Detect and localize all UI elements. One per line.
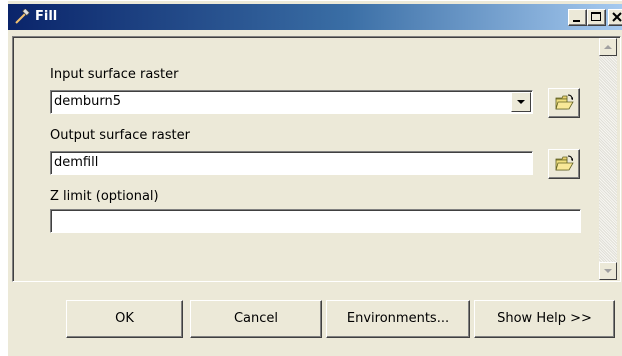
output-raster-input[interactable]: demfill xyxy=(50,151,533,175)
scroll-up-button[interactable] xyxy=(599,38,617,56)
minimize-button[interactable] xyxy=(568,9,587,26)
fill-dialog: Fill Input surface raster demburn5 Outpu… xyxy=(7,0,622,356)
minimize-icon xyxy=(573,20,580,22)
input-raster-value: demburn5 xyxy=(54,94,122,109)
z-limit-label: Z limit (optional) xyxy=(50,189,159,204)
environments-button[interactable]: Environments... xyxy=(326,300,470,338)
close-icon xyxy=(612,12,622,22)
open-folder-icon xyxy=(555,94,574,110)
browse-output-button[interactable] xyxy=(548,149,580,179)
input-raster-combobox[interactable]: demburn5 xyxy=(50,90,533,114)
maximize-icon xyxy=(591,12,601,21)
arrow-down-icon xyxy=(604,269,612,273)
arrow-up-icon xyxy=(604,45,612,49)
z-limit-input[interactable] xyxy=(50,209,581,233)
title-bar[interactable]: Fill xyxy=(8,4,622,30)
chevron-down-icon xyxy=(517,100,525,104)
output-raster-label: Output surface raster xyxy=(50,128,190,143)
input-raster-label: Input surface raster xyxy=(50,67,179,82)
show-help-button[interactable]: Show Help >> xyxy=(474,300,615,338)
vertical-scrollbar[interactable] xyxy=(599,38,617,280)
output-raster-value: demfill xyxy=(54,155,99,170)
scroll-down-button[interactable] xyxy=(599,262,617,280)
window-title: Fill xyxy=(35,9,58,24)
browse-input-button[interactable] xyxy=(548,88,580,118)
close-button[interactable] xyxy=(608,9,622,26)
maximize-button[interactable] xyxy=(587,9,606,26)
dropdown-button[interactable] xyxy=(511,92,531,112)
open-folder-icon xyxy=(555,155,574,171)
ok-button[interactable]: OK xyxy=(66,300,183,338)
cancel-button[interactable]: Cancel xyxy=(190,300,322,338)
parameters-panel: Input surface raster demburn5 Output sur… xyxy=(12,36,621,282)
hammer-icon xyxy=(13,7,31,25)
